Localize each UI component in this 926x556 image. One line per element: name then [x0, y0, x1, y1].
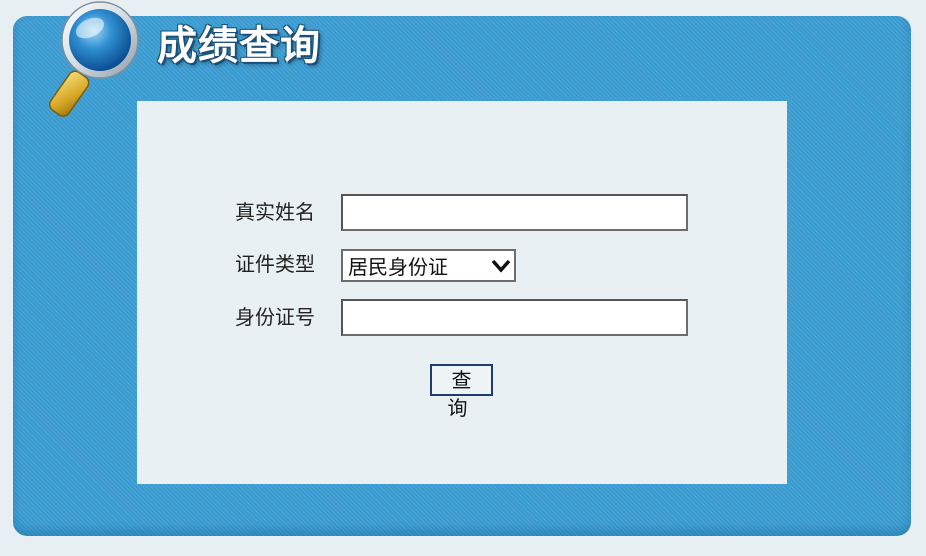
- id-number-input[interactable]: [341, 299, 688, 336]
- id-type-selected-value: 居民身份证: [348, 255, 448, 279]
- name-input[interactable]: [341, 194, 688, 231]
- id-type-select[interactable]: 居民身份证: [341, 249, 516, 282]
- query-button[interactable]: 查询: [430, 364, 493, 420]
- id-type-label: 证件类型: [235, 252, 315, 276]
- page: 成绩查询 真实姓名 证件类型 居民身份证 身份证号 查询: [0, 0, 926, 556]
- name-label: 真实姓名: [235, 200, 315, 224]
- form-area: 真实姓名 证件类型 居民身份证 身份证号 查询: [137, 101, 787, 484]
- chevron-down-icon: [488, 259, 514, 273]
- page-title: 成绩查询: [157, 23, 321, 69]
- id-number-label: 身份证号: [235, 305, 315, 329]
